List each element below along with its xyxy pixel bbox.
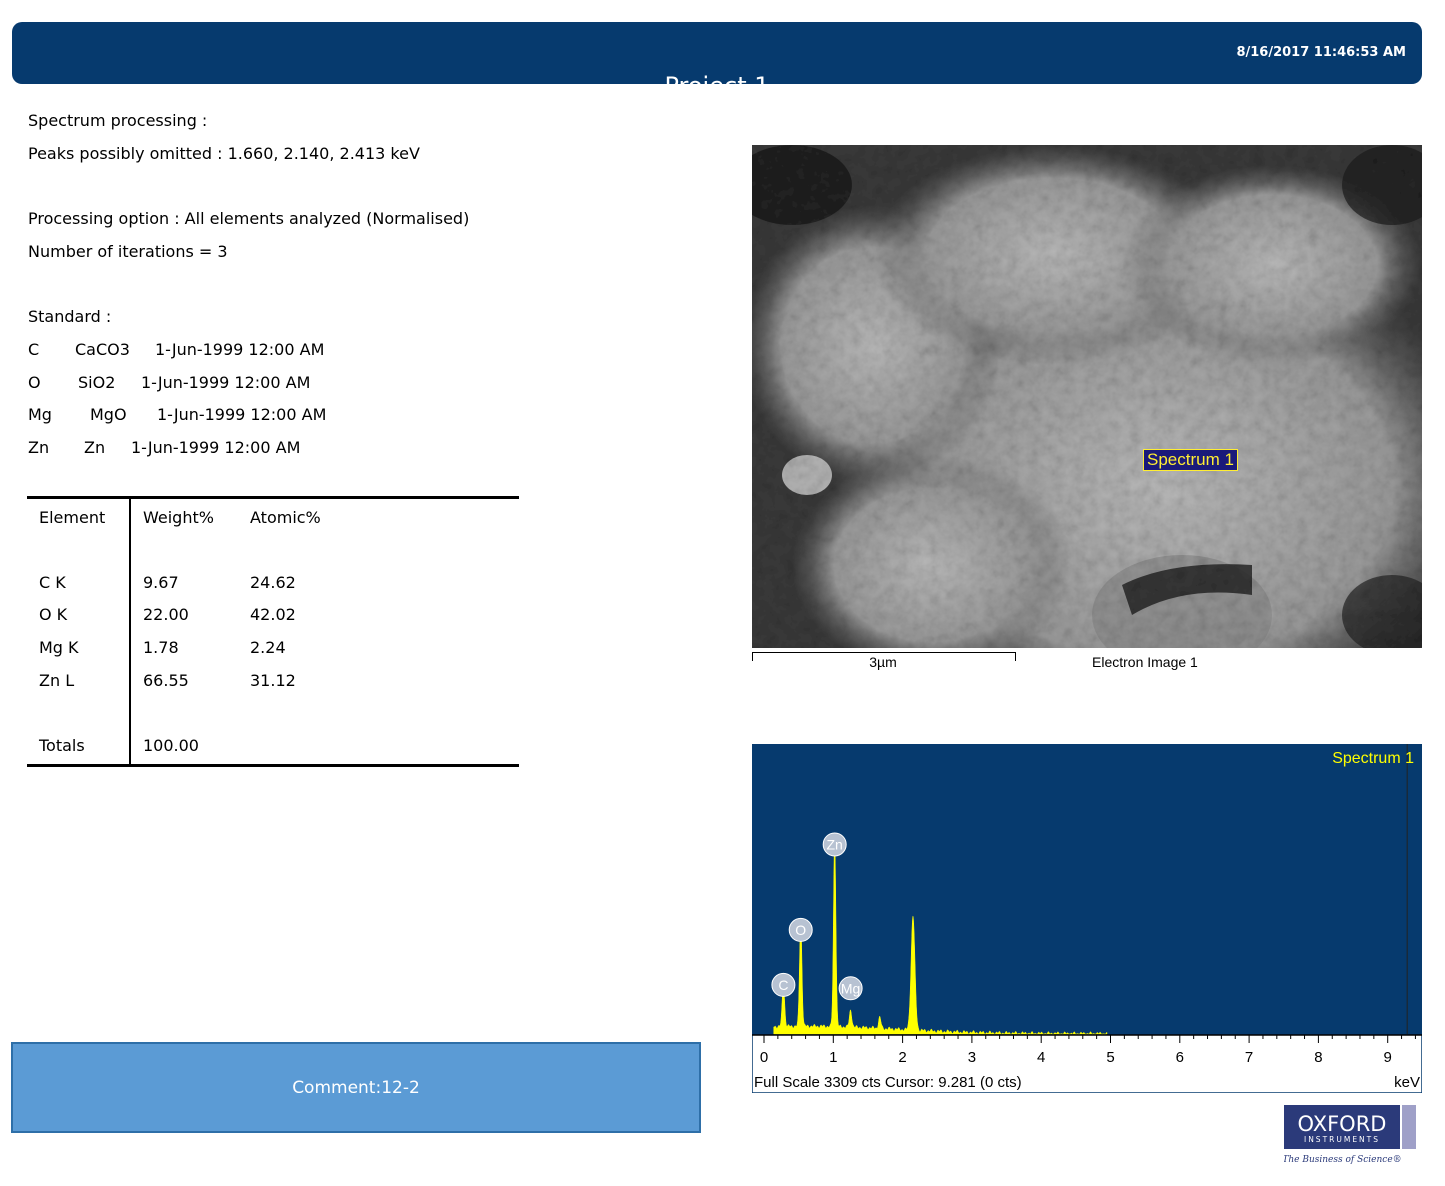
spectrum-title: Spectrum 1: [1332, 750, 1414, 767]
row-element: C K: [39, 573, 66, 592]
spectrum-footer: Full Scale 3309 cts Cursor: 9.281 (0 cts…: [754, 1074, 1022, 1091]
standard-row: Zn Zn 1-Jun-1999 12:00 AM: [28, 438, 348, 458]
peak-label-mg: Mg: [841, 980, 860, 996]
row-atomic: 2.24: [250, 638, 286, 657]
report-header: Project 1 8/16/2017 11:46:53 AM: [12, 22, 1422, 84]
x-tick-label: 5: [1106, 1049, 1114, 1066]
standard-heading: Standard :: [28, 307, 112, 326]
spectrum-processing-label: Spectrum processing :: [28, 111, 208, 130]
project-title: Project 1: [12, 72, 1422, 84]
row-element: Zn L: [39, 671, 75, 690]
logo-subtitle: INSTRUMENTS: [1304, 1135, 1380, 1144]
report-datetime: 8/16/2017 11:46:53 AM: [1236, 45, 1406, 60]
standard-date: 1-Jun-1999 12:00 AM: [155, 340, 325, 359]
standard-element: Mg: [28, 405, 52, 424]
standard-compound: SiO2: [78, 373, 116, 392]
oxford-instruments-logo: OXFORD INSTRUMENTS The Business of Scien…: [1284, 1105, 1416, 1165]
eds-spectrum-chart: Spectrum 1 C O Zn Mg 0 1 2 3 4 5 6 7 8 9 Full Scale …: [752, 744, 1422, 1093]
standard-compound: Zn: [84, 438, 106, 457]
peak-label-o: O: [795, 922, 806, 938]
x-tick-label: 7: [1245, 1049, 1253, 1066]
standard-compound: MgO: [90, 405, 127, 424]
x-tick-label: 8: [1314, 1049, 1322, 1066]
x-tick-label: 4: [1037, 1049, 1045, 1066]
x-tick-label: 6: [1176, 1049, 1184, 1066]
row-atomic: 42.02: [250, 605, 296, 624]
standard-element: C: [28, 340, 40, 359]
x-tick-label: 9: [1384, 1049, 1392, 1066]
peaks-omitted-text: Peaks possibly omitted : 1.660, 2.140, 2…: [28, 144, 420, 163]
electron-image-caption: Electron Image 1: [1092, 654, 1198, 670]
x-tick-label: 0: [760, 1049, 768, 1066]
logo-wordmark: OXFORD: [1298, 1112, 1387, 1136]
standard-row: Mg MgO 1-Jun-1999 12:00 AM: [28, 405, 348, 425]
standard-element: Zn: [28, 438, 50, 457]
header-atomic: Atomic%: [250, 508, 321, 527]
row-atomic: 31.12: [250, 671, 296, 690]
scale-bar-label: 3µm: [869, 654, 897, 670]
spectrum-marker-label[interactable]: Spectrum 1: [1143, 449, 1238, 471]
row-weight: 22.00: [143, 605, 189, 624]
processing-option-text: Processing option : All elements analyze…: [28, 209, 470, 228]
x-tick-label: 3: [968, 1049, 976, 1066]
standard-date: 1-Jun-1999 12:00 AM: [131, 438, 301, 457]
iterations-text: Number of iterations = 3: [28, 242, 228, 261]
row-element: O K: [39, 605, 68, 624]
row-weight: 1.78: [143, 638, 179, 657]
header-weight: Weight%: [143, 508, 214, 527]
totals-label: Totals: [39, 736, 85, 755]
row-weight: 9.67: [143, 573, 179, 592]
results-table: Element Weight% Atomic% C K 9.67 24.62 O…: [27, 496, 519, 767]
electron-image: Spectrum 1: [752, 145, 1422, 648]
x-tick-label: 2: [898, 1049, 906, 1066]
standard-row: C CaCO3 1-Jun-1999 12:00 AM: [28, 340, 348, 360]
standard-element: O: [28, 373, 41, 392]
peak-label-c: C: [778, 977, 788, 993]
peak-label-zn: Zn: [827, 836, 843, 852]
x-tick-label: 1: [829, 1049, 837, 1066]
row-weight: 66.55: [143, 671, 189, 690]
comment-box: Comment:12-2: [11, 1042, 701, 1133]
header-element: Element: [39, 508, 106, 527]
table-divider: [129, 499, 131, 764]
standard-compound: CaCO3: [75, 340, 130, 359]
standard-date: 1-Jun-1999 12:00 AM: [157, 405, 327, 424]
row-atomic: 24.62: [250, 573, 296, 592]
comment-text: Comment:12-2: [292, 1078, 420, 1098]
totals-value: 100.00: [143, 736, 199, 755]
sem-micrograph: [752, 145, 1422, 648]
row-element: Mg K: [39, 638, 79, 657]
logo-tagline: The Business of Science®: [1284, 1155, 1402, 1165]
x-axis-label: keV: [1394, 1074, 1420, 1091]
standard-row: O SiO2 1-Jun-1999 12:00 AM: [28, 373, 348, 393]
standard-date: 1-Jun-1999 12:00 AM: [141, 373, 311, 392]
